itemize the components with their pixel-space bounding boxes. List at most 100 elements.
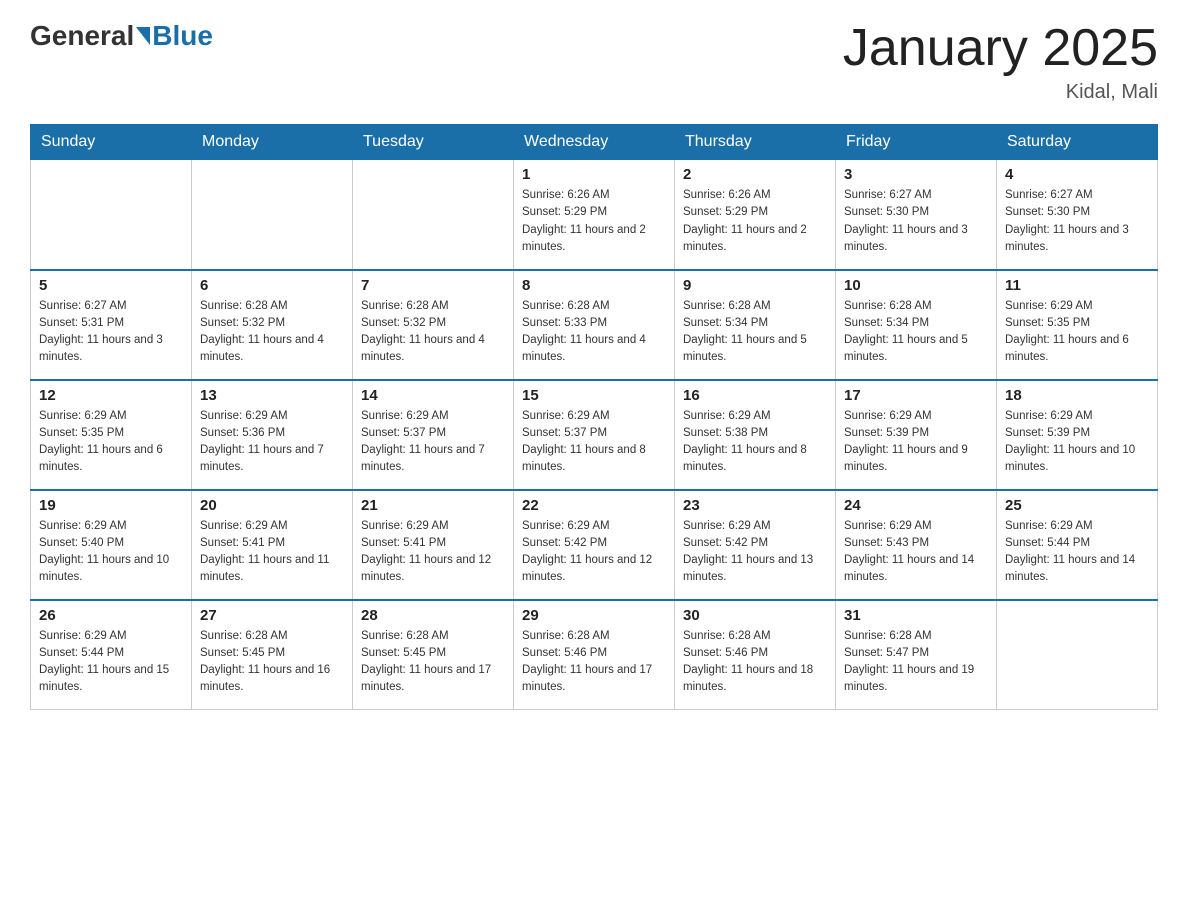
day-info: Sunrise: 6:29 AMSunset: 5:41 PMDaylight:… [361, 518, 505, 587]
calendar-cell: 22Sunrise: 6:29 AMSunset: 5:42 PMDayligh… [514, 490, 675, 600]
calendar-cell: 4 Sunrise: 6:27 AMSunset: 5:30 PMDaylight… [997, 160, 1158, 270]
calendar-cell [997, 600, 1158, 710]
day-number: 22 [522, 497, 666, 514]
day-number: 19 [39, 497, 183, 514]
day-number: 15 [522, 387, 666, 404]
day-number: 24 [844, 497, 988, 514]
header-sunday: Sunday [31, 125, 192, 160]
day-info: Sunrise: 6:29 AMSunset: 5:42 PMDaylight:… [683, 518, 827, 587]
calendar-cell: 21 Sunrise: 6:29 AMSunset: 5:41 PMDayligh… [353, 490, 514, 600]
day-number: 11 [1005, 277, 1149, 294]
day-info: Sunrise: 6:29 AMSunset: 5:37 PMDaylight:… [361, 408, 505, 477]
header-tuesday: Tuesday [353, 125, 514, 160]
day-info: Sunrise: 6:27 AMSunset: 5:30 PMDaylight:… [844, 187, 988, 256]
calendar-cell: 13Sunrise: 6:29 AMSunset: 5:36 PMDayligh… [192, 380, 353, 490]
calendar-cell: 14 Sunrise: 6:29 AMSunset: 5:37 PMDayligh… [353, 380, 514, 490]
calendar-cell: 15 Sunrise: 6:29 AMSunset: 5:37 PMDayligh… [514, 380, 675, 490]
day-number: 31 [844, 607, 988, 624]
calendar-cell: 20Sunrise: 6:29 AMSunset: 5:41 PMDayligh… [192, 490, 353, 600]
calendar-cell: 27 Sunrise: 6:28 AMSunset: 5:45 PMDayligh… [192, 600, 353, 710]
calendar-title: January 2025 [843, 20, 1158, 77]
day-number: 13 [200, 387, 344, 404]
calendar-subtitle: Kidal, Mali [843, 81, 1158, 104]
day-info: Sunrise: 6:29 AMSunset: 5:38 PMDaylight:… [683, 408, 827, 477]
calendar-cell: 30 Sunrise: 6:28 AMSunset: 5:46 PMDayligh… [675, 600, 836, 710]
day-number: 16 [683, 387, 827, 404]
calendar-cell: 17Sunrise: 6:29 AMSunset: 5:39 PMDayligh… [836, 380, 997, 490]
day-info: Sunrise: 6:28 AMSunset: 5:34 PMDaylight:… [844, 298, 988, 367]
day-number: 1 [522, 166, 666, 183]
calendar-cell: 5 Sunrise: 6:27 AMSunset: 5:31 PMDaylight… [31, 270, 192, 380]
day-info: Sunrise: 6:28 AMSunset: 5:32 PMDaylight:… [361, 298, 505, 367]
calendar-cell: 9 Sunrise: 6:28 AMSunset: 5:34 PMDaylight… [675, 270, 836, 380]
calendar-cell: 3 Sunrise: 6:27 AMSunset: 5:30 PMDaylight… [836, 160, 997, 270]
calendar-cell: 29 Sunrise: 6:28 AMSunset: 5:46 PMDayligh… [514, 600, 675, 710]
calendar-week-row: 1 Sunrise: 6:26 AMSunset: 5:29 PMDaylight… [31, 160, 1158, 270]
day-info: Sunrise: 6:28 AMSunset: 5:46 PMDaylight:… [522, 628, 666, 697]
day-number: 7 [361, 277, 505, 294]
day-info: Sunrise: 6:29 AMSunset: 5:43 PMDaylight:… [844, 518, 988, 587]
day-number: 30 [683, 607, 827, 624]
day-info: Sunrise: 6:29 AMSunset: 5:37 PMDaylight:… [522, 408, 666, 477]
calendar-cell: 23Sunrise: 6:29 AMSunset: 5:42 PMDayligh… [675, 490, 836, 600]
header-wednesday: Wednesday [514, 125, 675, 160]
day-number: 2 [683, 166, 827, 183]
calendar-cell: 24 Sunrise: 6:29 AMSunset: 5:43 PMDayligh… [836, 490, 997, 600]
calendar-week-row: 19Sunrise: 6:29 AMSunset: 5:40 PMDayligh… [31, 490, 1158, 600]
calendar-cell: 26 Sunrise: 6:29 AMSunset: 5:44 PMDayligh… [31, 600, 192, 710]
calendar-cell: 11 Sunrise: 6:29 AMSunset: 5:35 PMDayligh… [997, 270, 1158, 380]
day-number: 3 [844, 166, 988, 183]
day-info: Sunrise: 6:29 AMSunset: 5:39 PMDaylight:… [844, 408, 988, 477]
calendar-cell: 10 Sunrise: 6:28 AMSunset: 5:34 PMDayligh… [836, 270, 997, 380]
calendar-cell: 19Sunrise: 6:29 AMSunset: 5:40 PMDayligh… [31, 490, 192, 600]
logo: General Blue [30, 20, 213, 52]
day-info: Sunrise: 6:29 AMSunset: 5:41 PMDaylight:… [200, 518, 344, 587]
day-number: 6 [200, 277, 344, 294]
calendar-cell: 16 Sunrise: 6:29 AMSunset: 5:38 PMDayligh… [675, 380, 836, 490]
calendar-cell: 1 Sunrise: 6:26 AMSunset: 5:29 PMDaylight… [514, 160, 675, 270]
day-info: Sunrise: 6:26 AMSunset: 5:29 PMDaylight:… [522, 187, 666, 256]
day-info: Sunrise: 6:28 AMSunset: 5:32 PMDaylight:… [200, 298, 344, 367]
calendar-week-row: 12 Sunrise: 6:29 AMSunset: 5:35 PMDayligh… [31, 380, 1158, 490]
day-info: Sunrise: 6:28 AMSunset: 5:46 PMDaylight:… [683, 628, 827, 697]
day-number: 28 [361, 607, 505, 624]
day-number: 12 [39, 387, 183, 404]
day-number: 9 [683, 277, 827, 294]
day-info: Sunrise: 6:27 AMSunset: 5:30 PMDaylight:… [1005, 187, 1149, 256]
header-thursday: Thursday [675, 125, 836, 160]
day-number: 21 [361, 497, 505, 514]
calendar-cell [353, 160, 514, 270]
day-number: 14 [361, 387, 505, 404]
day-info: Sunrise: 6:28 AMSunset: 5:33 PMDaylight:… [522, 298, 666, 367]
day-number: 4 [1005, 166, 1149, 183]
day-number: 26 [39, 607, 183, 624]
header-friday: Friday [836, 125, 997, 160]
calendar-cell [192, 160, 353, 270]
day-info: Sunrise: 6:29 AMSunset: 5:35 PMDaylight:… [1005, 298, 1149, 367]
day-info: Sunrise: 6:28 AMSunset: 5:47 PMDaylight:… [844, 628, 988, 697]
calendar-cell: 25Sunrise: 6:29 AMSunset: 5:44 PMDayligh… [997, 490, 1158, 600]
day-number: 27 [200, 607, 344, 624]
calendar-cell: 7 Sunrise: 6:28 AMSunset: 5:32 PMDaylight… [353, 270, 514, 380]
calendar-cell: 2Sunrise: 6:26 AMSunset: 5:29 PMDaylight… [675, 160, 836, 270]
day-info: Sunrise: 6:28 AMSunset: 5:34 PMDaylight:… [683, 298, 827, 367]
header-monday: Monday [192, 125, 353, 160]
calendar-header-row: SundayMondayTuesdayWednesdayThursdayFrid… [31, 125, 1158, 160]
day-number: 5 [39, 277, 183, 294]
calendar-cell: 12 Sunrise: 6:29 AMSunset: 5:35 PMDayligh… [31, 380, 192, 490]
day-number: 18 [1005, 387, 1149, 404]
day-number: 10 [844, 277, 988, 294]
calendar-cell: 8 Sunrise: 6:28 AMSunset: 5:33 PMDaylight… [514, 270, 675, 380]
calendar-cell: 18 Sunrise: 6:29 AMSunset: 5:39 PMDayligh… [997, 380, 1158, 490]
header-saturday: Saturday [997, 125, 1158, 160]
calendar-cell: 31 Sunrise: 6:28 AMSunset: 5:47 PMDayligh… [836, 600, 997, 710]
day-number: 29 [522, 607, 666, 624]
logo-general-text: General [30, 20, 134, 52]
day-info: Sunrise: 6:29 AMSunset: 5:35 PMDaylight:… [39, 408, 183, 477]
day-info: Sunrise: 6:28 AMSunset: 5:45 PMDaylight:… [361, 628, 505, 697]
day-info: Sunrise: 6:29 AMSunset: 5:44 PMDaylight:… [39, 628, 183, 697]
day-number: 8 [522, 277, 666, 294]
day-info: Sunrise: 6:27 AMSunset: 5:31 PMDaylight:… [39, 298, 183, 367]
day-info: Sunrise: 6:29 AMSunset: 5:39 PMDaylight:… [1005, 408, 1149, 477]
day-info: Sunrise: 6:28 AMSunset: 5:45 PMDaylight:… [200, 628, 344, 697]
